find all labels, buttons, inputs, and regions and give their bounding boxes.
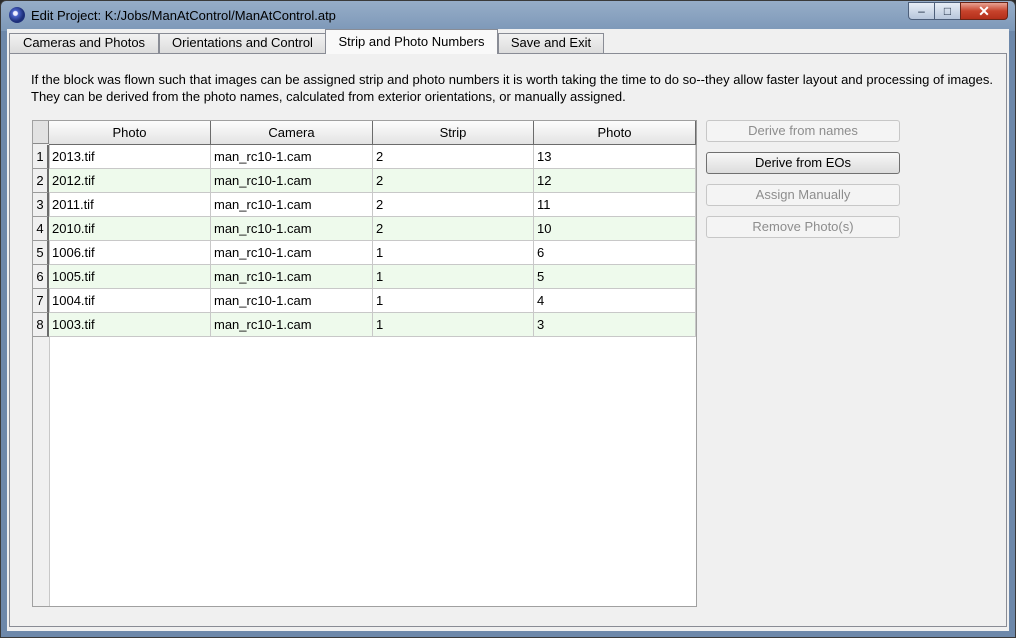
maximize-button[interactable]: □: [934, 2, 961, 20]
description-text: If the block was flown such that images …: [31, 72, 993, 104]
cell-camera[interactable]: man_rc10-1.cam: [211, 169, 373, 193]
cell-photo-number[interactable]: 13: [534, 145, 696, 169]
row-number[interactable]: 3: [33, 193, 49, 217]
cell-strip[interactable]: 1: [373, 241, 534, 265]
column-header-photo-number[interactable]: Photo: [534, 121, 696, 145]
cell-strip[interactable]: 1: [373, 265, 534, 289]
derive-from-names-button[interactable]: Derive from names: [706, 120, 900, 142]
cell-strip[interactable]: 2: [373, 145, 534, 169]
row-number[interactable]: 8: [33, 313, 49, 337]
cell-photo-name[interactable]: 2011.tif: [49, 193, 211, 217]
column-header-photo-name[interactable]: Photo: [49, 121, 211, 145]
cell-camera[interactable]: man_rc10-1.cam: [211, 289, 373, 313]
row-number[interactable]: 2: [33, 169, 49, 193]
cell-strip[interactable]: 1: [373, 289, 534, 313]
cell-strip[interactable]: 2: [373, 169, 534, 193]
cell-photo-number[interactable]: 6: [534, 241, 696, 265]
cell-photo-name[interactable]: 1003.tif: [49, 313, 211, 337]
cell-photo-name[interactable]: 2013.tif: [49, 145, 211, 169]
cell-photo-name[interactable]: 1006.tif: [49, 241, 211, 265]
cell-photo-name[interactable]: 1005.tif: [49, 265, 211, 289]
cell-camera[interactable]: man_rc10-1.cam: [211, 193, 373, 217]
title-bar[interactable]: Edit Project: K:/Jobs/ManAtControl/ManAt…: [1, 1, 1015, 29]
close-button[interactable]: ✕: [960, 2, 1008, 20]
tab-cameras-and-photos[interactable]: Cameras and Photos: [9, 33, 159, 53]
tab-bar: Cameras and Photos Orientations and Cont…: [7, 29, 1009, 54]
table-row[interactable]: 8 1003.tif man_rc10-1.cam 1 3: [33, 313, 696, 337]
tab-orientations-and-control[interactable]: Orientations and Control: [159, 33, 326, 53]
column-header-camera[interactable]: Camera: [211, 121, 373, 145]
cell-strip[interactable]: 2: [373, 193, 534, 217]
table-row[interactable]: 1 2013.tif man_rc10-1.cam 2 13: [33, 145, 696, 169]
app-globe-icon[interactable]: [9, 7, 25, 23]
window-title: Edit Project: K:/Jobs/ManAtControl/ManAt…: [31, 8, 336, 23]
table-corner[interactable]: [33, 121, 49, 144]
tab-save-and-exit[interactable]: Save and Exit: [498, 33, 604, 53]
edit-project-window: Edit Project: K:/Jobs/ManAtControl/ManAt…: [0, 0, 1016, 638]
cell-photo-number[interactable]: 10: [534, 217, 696, 241]
tab-strip-and-photo-numbers[interactable]: Strip and Photo Numbers: [325, 29, 498, 54]
table-row[interactable]: 7 1004.tif man_rc10-1.cam 1 4: [33, 289, 696, 313]
cell-camera[interactable]: man_rc10-1.cam: [211, 145, 373, 169]
table-row[interactable]: 6 1005.tif man_rc10-1.cam 1 5: [33, 265, 696, 289]
cell-photo-number[interactable]: 3: [534, 313, 696, 337]
row-number[interactable]: 4: [33, 217, 49, 241]
client-area: Cameras and Photos Orientations and Cont…: [7, 29, 1009, 631]
strip-photo-table[interactable]: Photo Camera Strip Photo 1 2013.tif man_…: [32, 120, 697, 607]
table-row[interactable]: 4 2010.tif man_rc10-1.cam 2 10: [33, 217, 696, 241]
row-number[interactable]: 6: [33, 265, 49, 289]
cell-camera[interactable]: man_rc10-1.cam: [211, 241, 373, 265]
cell-camera[interactable]: man_rc10-1.cam: [211, 313, 373, 337]
cell-camera[interactable]: man_rc10-1.cam: [211, 265, 373, 289]
table-row[interactable]: 2 2012.tif man_rc10-1.cam 2 12: [33, 169, 696, 193]
table-row[interactable]: 5 1006.tif man_rc10-1.cam 1 6: [33, 241, 696, 265]
cell-photo-name[interactable]: 2010.tif: [49, 217, 211, 241]
cell-photo-name[interactable]: 2012.tif: [49, 169, 211, 193]
minimize-button[interactable]: –: [908, 2, 935, 20]
cell-strip[interactable]: 1: [373, 313, 534, 337]
cell-photo-number[interactable]: 12: [534, 169, 696, 193]
cell-photo-number[interactable]: 5: [534, 265, 696, 289]
derive-from-eos-button[interactable]: Derive from EOs: [706, 152, 900, 174]
cell-strip[interactable]: 2: [373, 217, 534, 241]
cell-photo-name[interactable]: 1004.tif: [49, 289, 211, 313]
cell-camera[interactable]: man_rc10-1.cam: [211, 217, 373, 241]
remove-photos-button[interactable]: Remove Photo(s): [706, 216, 900, 238]
cell-photo-number[interactable]: 11: [534, 193, 696, 217]
row-number[interactable]: 7: [33, 289, 49, 313]
row-number[interactable]: 5: [33, 241, 49, 265]
assign-manually-button[interactable]: Assign Manually: [706, 184, 900, 206]
row-number[interactable]: 1: [33, 145, 49, 169]
cell-photo-number[interactable]: 4: [534, 289, 696, 313]
table-row[interactable]: 3 2011.tif man_rc10-1.cam 2 11: [33, 193, 696, 217]
column-header-strip[interactable]: Strip: [373, 121, 534, 145]
